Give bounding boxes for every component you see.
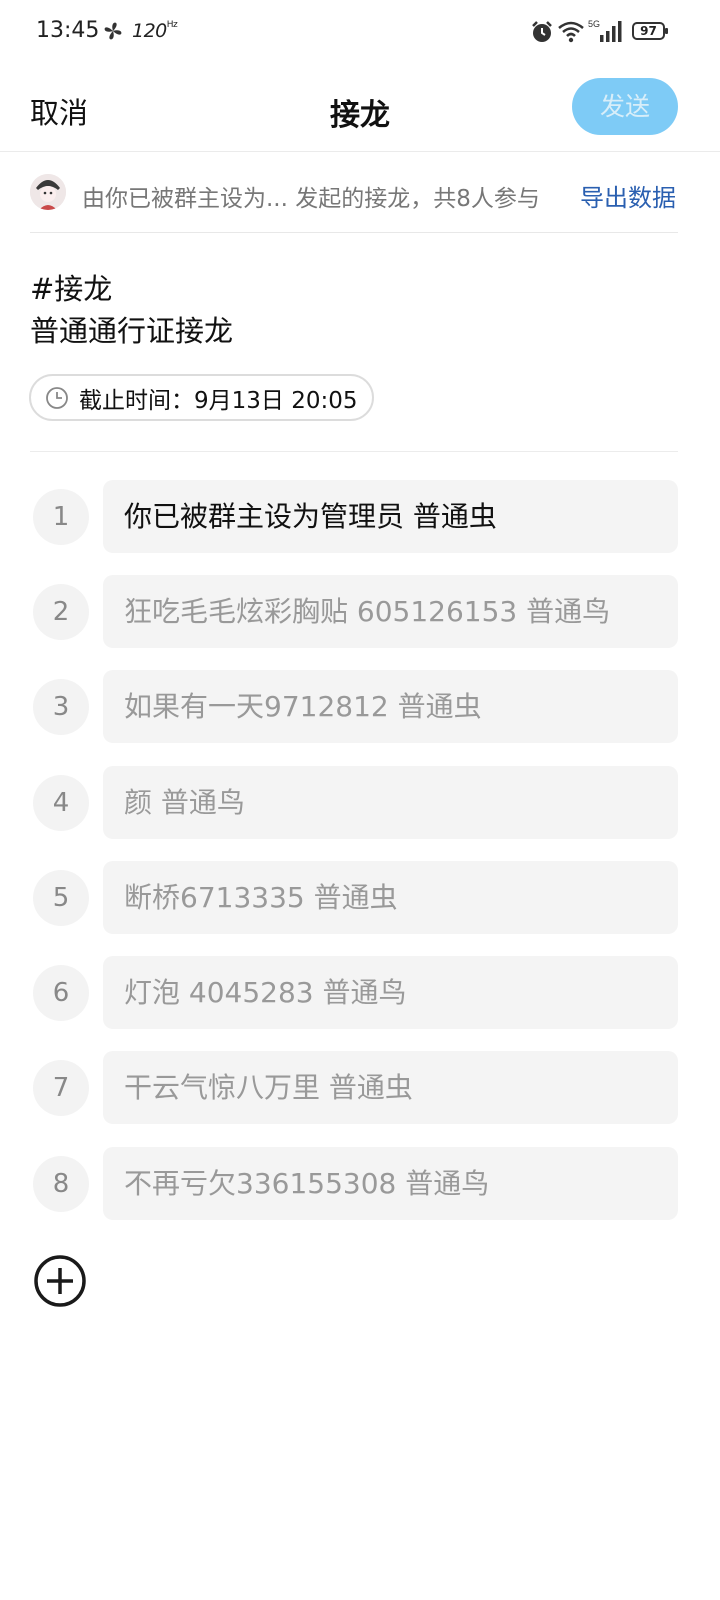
initiator-info: 由你已被群主设为... 发起的接龙，共8人参与: [82, 186, 540, 212]
entry-row-6: 6 灯泡 4045283 普通鸟: [0, 956, 720, 1029]
cellular-signal-icon: 5G: [588, 19, 622, 42]
top-navigation-bar: 取消 接龙 发送: [0, 64, 720, 152]
entry-row-1: 1 你已被群主设为管理员 普通虫: [0, 480, 720, 553]
cancel-button[interactable]: 取消: [30, 90, 88, 132]
chain-topic[interactable]: #接龙 普通通行证接龙: [30, 268, 670, 352]
entry-number: 2: [33, 584, 89, 640]
avatar-image: [30, 174, 66, 210]
entry-row-5: 5 断桥6713335 普通虫: [0, 861, 720, 934]
initiator-row: 由你已被群主设为... 发起的接龙，共8人参与 导出数据: [0, 152, 720, 232]
alarm-icon: [532, 21, 552, 42]
entry-input[interactable]: 你已被群主设为管理员 普通虫: [103, 480, 678, 553]
refresh-rate: 120Hz: [132, 20, 178, 42]
chain-relay-editor: 13:45 120Hz 5G 97 取消 接龙 发送 由你已被群主设为... 发…: [0, 0, 720, 1600]
entry-number: 1: [33, 489, 89, 545]
entry-text: 如果有一天9712812 普通虫: [103, 670, 678, 743]
topic-hashtag: #接龙: [30, 272, 113, 306]
wifi-icon: [558, 21, 584, 43]
send-button[interactable]: 发送: [572, 78, 678, 135]
fan-icon: [104, 22, 122, 40]
svg-text:5G: 5G: [588, 19, 600, 29]
refresh-rate-value: 120: [132, 20, 167, 42]
entry-row-4: 4 颜 普通鸟: [0, 766, 720, 839]
entry-number: 8: [33, 1156, 89, 1212]
entry-text: 颜 普通鸟: [103, 766, 678, 839]
initiator-divider: [30, 232, 678, 233]
entry-number: 3: [33, 679, 89, 735]
battery-indicator: 97: [632, 22, 668, 40]
topic-divider: [30, 451, 678, 452]
entry-number: 4: [33, 775, 89, 831]
entry-row-7: 7 干云气惊八万里 普通虫: [0, 1051, 720, 1124]
entry-text: 狂吃毛毛炫彩胸贴 605126153 普通鸟: [103, 575, 678, 648]
clock-icon: [46, 386, 68, 409]
entry-text: 不再亏欠336155308 普通鸟: [103, 1147, 678, 1220]
topic-description: 普通通行证接龙: [30, 314, 234, 348]
entry-text: 断桥6713335 普通虫: [103, 861, 678, 934]
deadline-chip[interactable]: 截止时间：9月13日 20:05: [29, 374, 374, 421]
entry-number: 5: [33, 870, 89, 926]
status-bar: 13:45 120Hz 5G 97: [0, 0, 720, 64]
add-entry-button[interactable]: [33, 1254, 87, 1308]
entry-row-3: 3 如果有一天9712812 普通虫: [0, 670, 720, 743]
entry-text: 干云气惊八万里 普通虫: [103, 1051, 678, 1124]
entry-number: 6: [33, 965, 89, 1021]
entry-row-2: 2 狂吃毛毛炫彩胸贴 605126153 普通鸟: [0, 575, 720, 648]
entry-number: 7: [33, 1060, 89, 1116]
export-data-link[interactable]: 导出数据: [580, 178, 676, 213]
avatar: [30, 174, 66, 210]
entry-row-8: 8 不再亏欠336155308 普通鸟: [0, 1147, 720, 1220]
entry-text: 灯泡 4045283 普通鸟: [103, 956, 678, 1029]
deadline-text: 截止时间：9月13日 20:05: [79, 387, 358, 414]
refresh-rate-unit: Hz: [166, 20, 178, 30]
status-time: 13:45: [36, 18, 100, 43]
